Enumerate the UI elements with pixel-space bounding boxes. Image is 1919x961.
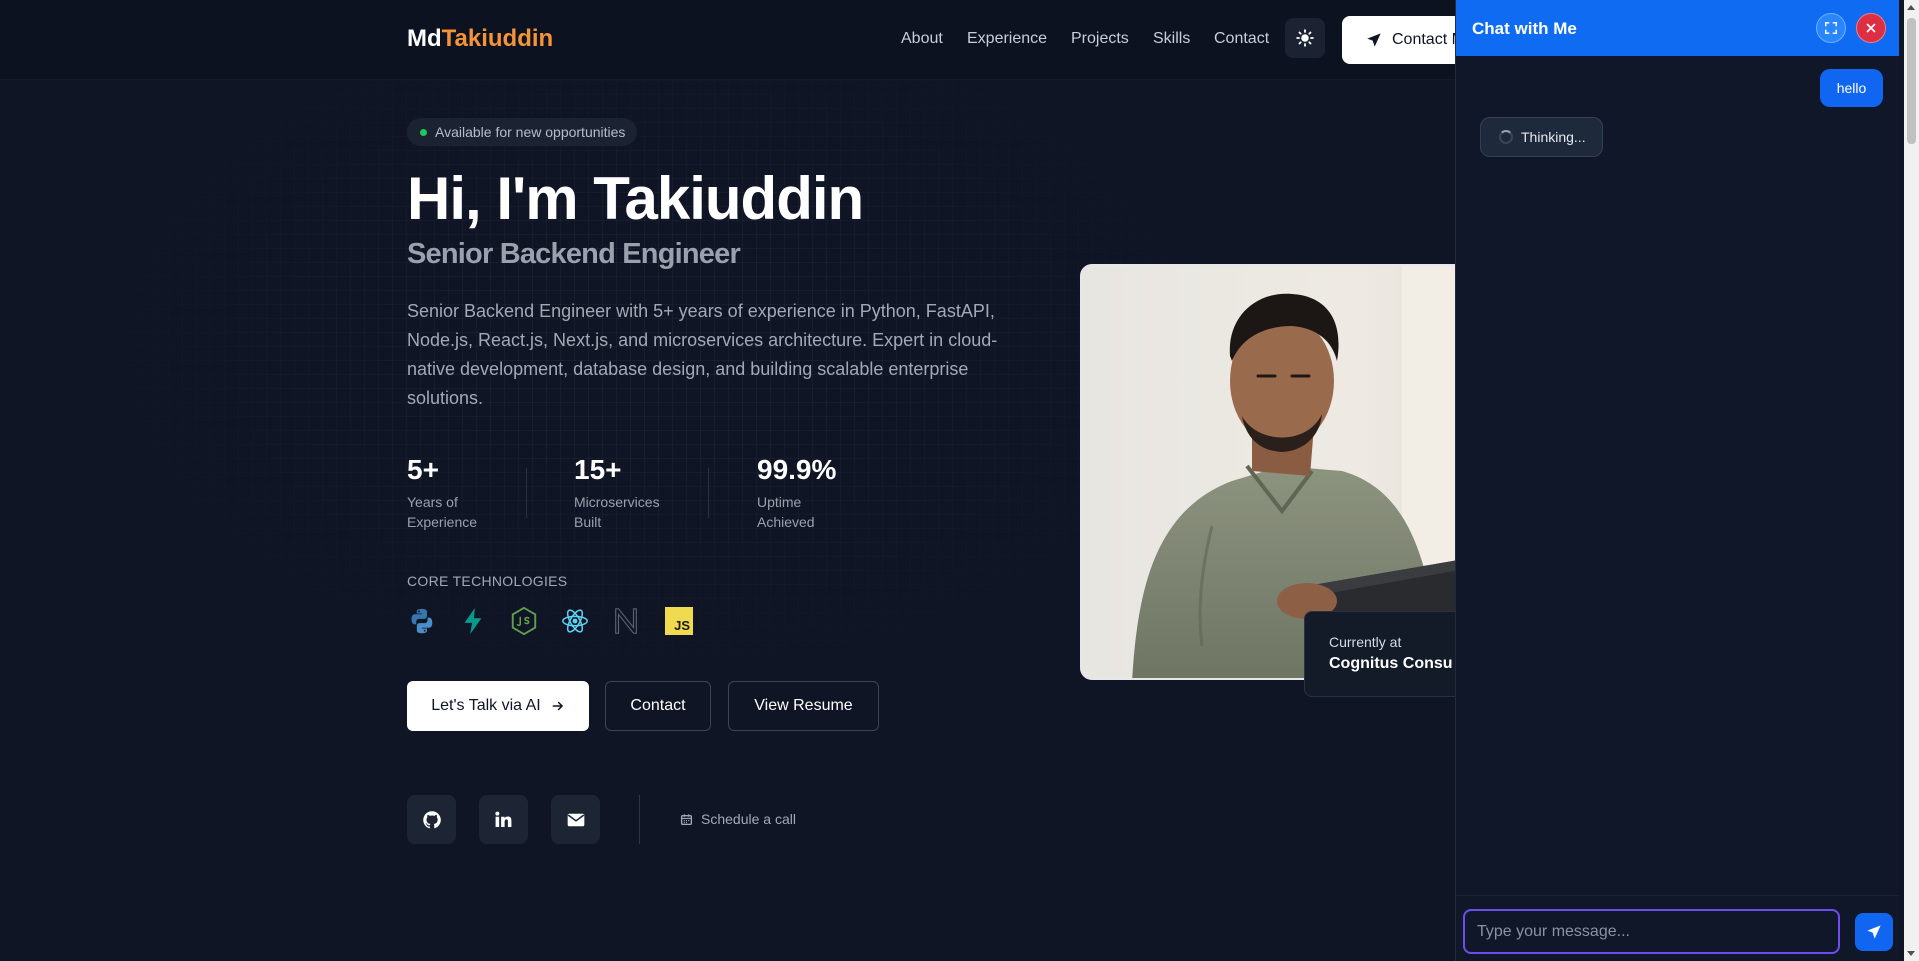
bot-status-text: Thinking... (1521, 129, 1586, 145)
availability-text: Available for new opportunities (435, 124, 626, 140)
linkedin-button[interactable] (479, 795, 528, 844)
loading-spinner-icon (1499, 130, 1513, 144)
hero-subtitle: Senior Backend Engineer (407, 238, 741, 270)
talk-via-ai-button[interactable]: Let's Talk via AI (407, 681, 589, 731)
stat-divider (526, 468, 527, 518)
hero-description: Senior Backend Engineer with 5+ years of… (407, 301, 998, 408)
paper-plane-icon (1867, 925, 1881, 939)
stat-microservices: 15+ Microservices Built (574, 454, 660, 532)
chat-message-input[interactable] (1463, 909, 1840, 954)
talk-via-ai-label: Let's Talk via AI (431, 697, 541, 714)
nav-skills[interactable]: Skills (1153, 30, 1190, 48)
view-resume-button[interactable]: View Resume (728, 681, 879, 731)
fastapi-icon (464, 607, 482, 635)
send-message-button[interactable] (1855, 913, 1893, 951)
email-button[interactable] (551, 795, 600, 844)
user-message: hello (1820, 69, 1883, 107)
nav-about[interactable]: About (901, 30, 943, 48)
current-company: Cognitus Consu (1329, 655, 1453, 672)
stat-uptime: 99.9% Uptime Achieved (757, 454, 836, 532)
stat-value: 5+ (407, 454, 439, 485)
current-employer-card: Currently at Cognitus Consu (1304, 611, 1474, 697)
nav-projects[interactable]: Projects (1071, 30, 1129, 48)
nextjs-icon (615, 608, 637, 634)
core-technologies-label: CORE TECHNOLOGIES (407, 573, 568, 589)
chat-panel: Chat with Me hello Thinking... (1455, 0, 1899, 961)
contact-button[interactable]: Contact (605, 681, 711, 731)
mail-icon (567, 813, 584, 826)
javascript-icon: JS (665, 607, 693, 635)
stat-label: Uptime Achieved (757, 494, 815, 530)
current-label: Currently at (1329, 634, 1402, 650)
nav-experience[interactable]: Experience (967, 30, 1047, 48)
linkedin-icon (495, 811, 512, 828)
python-icon (411, 608, 433, 634)
js-icon-text: JS (674, 618, 690, 633)
chat-title: Chat with Me (1472, 19, 1577, 38)
scrollbar-thumb[interactable] (1907, 18, 1916, 144)
github-button[interactable] (407, 795, 456, 844)
scroll-down-arrow-icon[interactable] (1907, 951, 1915, 956)
expand-icon (1824, 21, 1838, 35)
page-scrollbar[interactable] (1904, 0, 1919, 961)
paper-plane-icon (1367, 33, 1381, 47)
stat-divider (708, 468, 709, 518)
scroll-up-arrow-icon[interactable] (1907, 5, 1915, 10)
stat-experience: 5+ Years of Experience (407, 454, 477, 532)
calendar-icon (680, 813, 693, 825)
nav-contact[interactable]: Contact (1214, 30, 1269, 48)
github-icon (422, 810, 441, 828)
stat-value: 99.9% (757, 454, 837, 485)
chat-header: Chat with Me (1456, 0, 1899, 56)
hero-title: Hi, I'm Takiuddin (407, 165, 864, 232)
site-header: MdTakiuddin About Experience Projects Sk… (0, 0, 1482, 80)
react-icon (562, 609, 588, 633)
stat-value: 15+ (574, 454, 622, 485)
chat-input-area (1456, 895, 1899, 961)
stat-label: Microservices Built (574, 494, 660, 530)
arrow-right-icon (552, 701, 563, 711)
logo-second: Takiuddin (441, 25, 554, 52)
bot-thinking-message: Thinking... (1480, 117, 1603, 157)
sun-icon (1296, 29, 1314, 47)
schedule-call-link[interactable]: Schedule a call (680, 811, 796, 827)
site-logo[interactable]: MdTakiuddin (407, 25, 553, 53)
close-chat-button[interactable] (1856, 13, 1886, 43)
social-divider (639, 795, 640, 844)
theme-toggle-button[interactable] (1285, 18, 1325, 58)
nodejs-icon (511, 606, 537, 636)
contact-me-label: Contact M (1392, 31, 1465, 48)
close-icon (1866, 23, 1876, 33)
schedule-call-label: Schedule a call (701, 811, 796, 827)
logo-first: Md (407, 25, 442, 52)
status-dot (420, 129, 427, 136)
availability-badge: Available for new opportunities (407, 118, 637, 146)
stat-label: Years of Experience (407, 494, 478, 530)
expand-chat-button[interactable] (1816, 13, 1846, 43)
